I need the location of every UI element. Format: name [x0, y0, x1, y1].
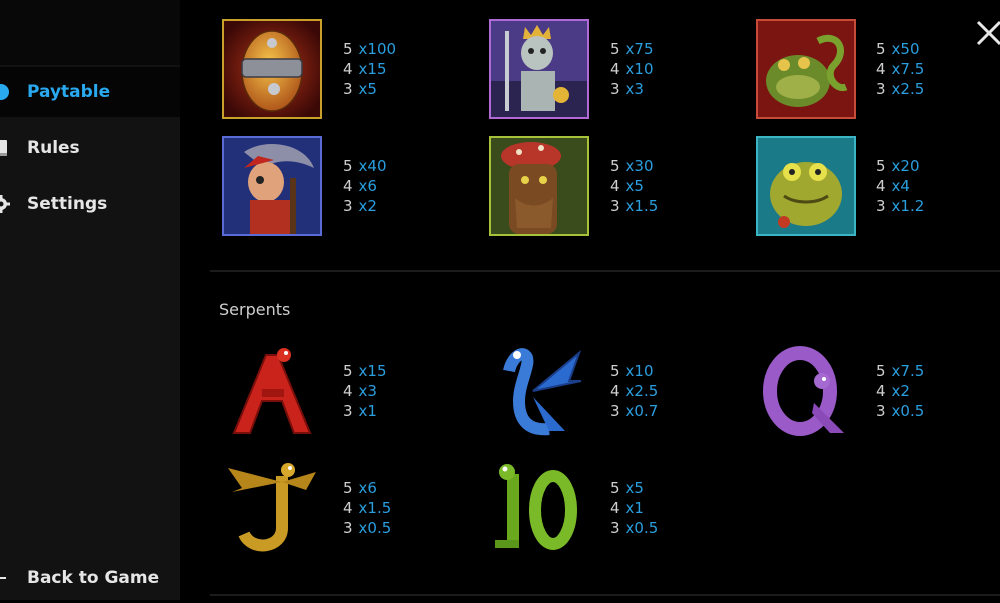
- sidebar-item-settings[interactable]: Settings: [0, 179, 180, 229]
- paytable-entry: 5 x6 4 x1.5 3 x0.5: [343, 479, 392, 537]
- wild-egg-symbol: [222, 19, 322, 119]
- section-title-serpents: Serpents: [219, 300, 291, 319]
- back-to-game-button[interactable]: Back to Game: [0, 553, 180, 603]
- close-button[interactable]: [972, 16, 1000, 50]
- section-divider: [210, 594, 1000, 596]
- section-divider: [210, 270, 1000, 272]
- paytable-entry: 5 x75 4 x10 3 x3: [610, 40, 654, 98]
- paytable-entry: 5 x100 4 x15 3 x5: [343, 40, 397, 98]
- old-wizard-symbol: [222, 136, 322, 236]
- close-icon: [976, 20, 1000, 46]
- paytable-entry: 5 x10 4 x2.5 3 x0.7: [610, 362, 659, 420]
- arrow-left-icon: [0, 569, 10, 587]
- sidebar-item-label: Settings: [27, 194, 108, 214]
- paytable-entry: 5 x50 4 x7.5 3 x2.5: [876, 40, 925, 98]
- book-icon: [0, 139, 10, 157]
- sidebar-header: [0, 0, 180, 65]
- paytable-entry: 5 x30 4 x5 3 x1.5: [610, 157, 659, 215]
- back-to-game-label: Back to Game: [27, 568, 160, 588]
- sidebar-item-paytable[interactable]: Paytable: [0, 67, 180, 117]
- tree-troll-symbol: [489, 136, 589, 236]
- frog-with-serpent-symbol: [756, 19, 856, 119]
- serpent-k-symbol: [489, 341, 589, 441]
- paytable-entry: 5 x7.5 4 x2 3 x0.5: [876, 362, 925, 420]
- sidebar-item-label: Rules: [27, 138, 80, 158]
- sidebar-item-label: Paytable: [27, 82, 111, 102]
- serpent-q-symbol: [756, 341, 856, 441]
- sidebar-item-rules[interactable]: Rules: [0, 123, 180, 173]
- paytable-entry: 5 x40 4 x6 3 x2: [343, 157, 387, 215]
- info-icon: [0, 83, 10, 101]
- skeleton-king-symbol: [489, 19, 589, 119]
- sidebar: Paytable Rules Settings Back to Game: [0, 0, 180, 600]
- paytable-entry: 5 x15 4 x3 3 x1: [343, 362, 387, 420]
- paytable-entry: 5 x5 4 x1 3 x0.5: [610, 479, 659, 537]
- paytable-entry: 5 x20 4 x4 3 x1.2: [876, 157, 925, 215]
- gear-icon: [0, 195, 10, 213]
- serpent-10-symbol: [489, 458, 589, 558]
- serpent-j-symbol: [222, 458, 322, 558]
- serpent-a-symbol: [222, 341, 322, 441]
- toad-monster-symbol: [756, 136, 856, 236]
